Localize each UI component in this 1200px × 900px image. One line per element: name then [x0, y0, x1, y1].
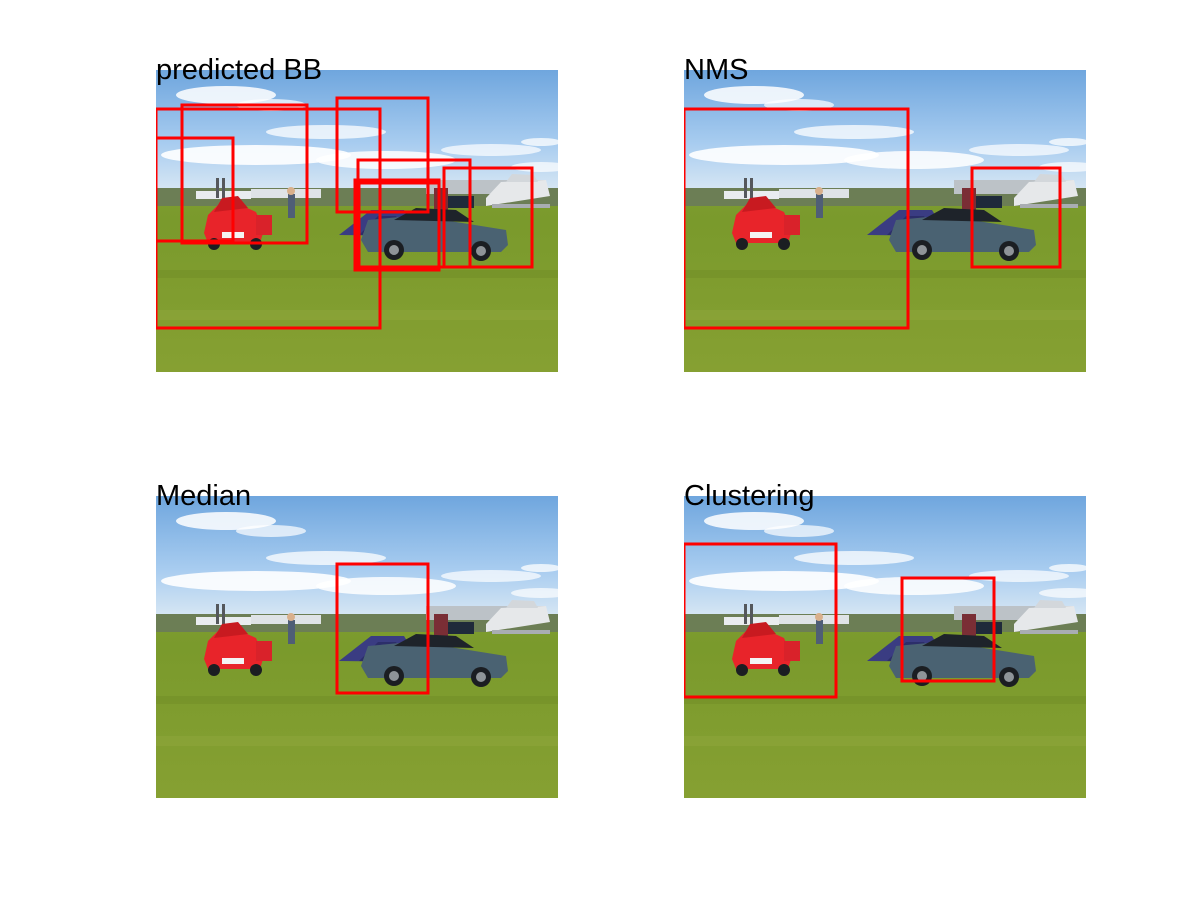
photo-predicted-bb: [156, 70, 558, 372]
panel-nms: NMS: [684, 54, 1086, 372]
panel-title: Clustering: [684, 480, 815, 512]
photo-median: [156, 496, 558, 798]
photo-nms: [684, 70, 1086, 372]
panel-title: Median: [156, 480, 252, 512]
panel-title: NMS: [684, 54, 749, 86]
photo-clustering: [684, 496, 1086, 798]
panel-clustering: Clustering: [684, 480, 1086, 798]
panel-median: Median: [156, 480, 558, 798]
panel-title: predicted BB: [156, 54, 323, 86]
panel-predicted-bb: predicted BB: [156, 54, 558, 372]
